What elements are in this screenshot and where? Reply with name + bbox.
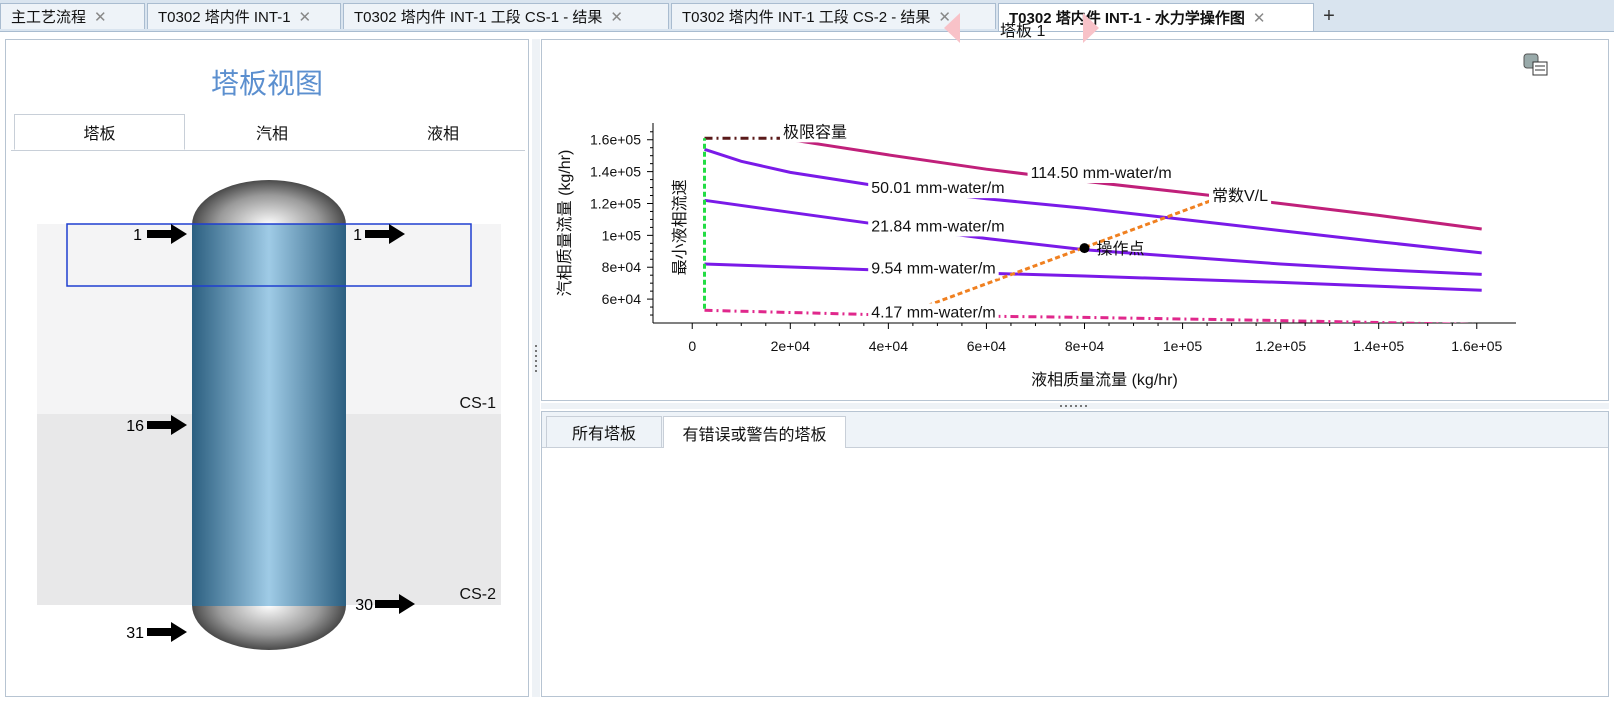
tray-view-panel: 塔板视图 塔板 汽相 液相 CS-1 CS-2 1 1 16 30 31	[5, 39, 529, 697]
curve-label-text: 9.54 mm-water/m	[871, 261, 995, 278]
add-tab-button[interactable]: +	[1316, 3, 1342, 29]
curve-label: 21.84 mm-water/m	[868, 217, 1008, 237]
stream-label-feed-bottom: 31	[126, 625, 144, 642]
left-triangle-icon	[944, 13, 960, 43]
curve-label-text: 114.50 mm-water/m	[1031, 165, 1172, 182]
operating-point-label: 操作点	[1097, 240, 1145, 258]
x-tick-label: 4e+04	[869, 338, 909, 354]
tab-all-trays[interactable]: 所有塔板	[546, 416, 662, 447]
stream-label-feed-top: 1	[133, 227, 142, 244]
curve-label: 50.01 mm-water/m	[868, 179, 1008, 199]
curve-label-text: 21.84 mm-water/m	[871, 218, 1004, 235]
section-label-cs2: CS-2	[460, 586, 497, 603]
tab-internals[interactable]: T0302 塔内件 INT-1 ✕	[147, 3, 341, 29]
prev-tray-button[interactable]	[944, 13, 960, 43]
feed-arrow-icon[interactable]	[147, 622, 187, 642]
tab-label: 主工艺流程	[11, 9, 87, 26]
hydraulic-operating-chart: 0 2e+04 4e+04 6e+04 8e+04 1e+05 1.2e+05 1.4e+05…	[556, 122, 1516, 389]
tray-label: 塔板 1	[1000, 23, 1046, 40]
tray-messages-panel: 所有塔板 有错误或警告的塔板	[541, 411, 1609, 697]
curve-label: 极限容量	[779, 122, 850, 143]
section-label-cs1: CS-1	[460, 395, 497, 412]
x-tick-label: 6e+04	[967, 338, 1007, 354]
close-icon[interactable]: ✕	[610, 8, 623, 26]
chart-legend-icon[interactable]	[1523, 51, 1549, 77]
series-line	[704, 198, 1482, 276]
tray-filter-tabs: 所有塔板 有错误或警告的塔板	[542, 412, 1608, 448]
curve-label-text: 50.01 mm-water/m	[871, 180, 1004, 197]
curve-label-text: 常数V/L	[1212, 187, 1268, 205]
y-tick-label: 1.6e+05	[590, 132, 641, 148]
stream-label-feed-mid: 16	[126, 418, 144, 435]
curve-label-text: 4.17 mm-water/m	[871, 304, 995, 321]
stream-label-draw-top: 1	[353, 227, 362, 244]
tab-vapor[interactable]: 汽相	[187, 114, 357, 150]
tab-label: T0302 塔内件 INT-1 工段 CS-2 - 结果	[682, 9, 931, 26]
close-icon[interactable]: ✕	[1253, 9, 1266, 27]
tab-trays[interactable]: 塔板	[14, 114, 185, 150]
y-axis-label: 汽相质量流量 (kg/hr)	[556, 150, 574, 297]
y-tick-label: 6e+04	[602, 291, 642, 307]
x-tick-label: 1.2e+05	[1255, 338, 1306, 354]
view-tabs: 塔板 汽相 液相	[11, 114, 525, 151]
column-diagram: CS-1 CS-2 1 1 16 30 31	[37, 180, 501, 650]
operating-point-marker	[1079, 243, 1090, 254]
curve-label: 最小液相流速	[671, 179, 689, 275]
splitter-grip[interactable]	[1060, 405, 1090, 407]
stream-label-draw-bottom-side: 30	[355, 597, 373, 614]
series-line	[927, 198, 1213, 307]
curve-label: 114.50 mm-water/m	[1027, 163, 1175, 183]
splitter-grip[interactable]	[535, 345, 537, 375]
tab-label: T0302 塔内件 INT-1 工段 CS-1 - 结果	[354, 9, 603, 26]
x-tick-label: 1.6e+05	[1451, 338, 1502, 354]
y-tick-label: 1e+05	[602, 227, 642, 243]
curve-label-text: 最小液相流速	[671, 179, 689, 275]
x-tick-label: 1e+05	[1163, 338, 1203, 354]
x-tick-label: 0	[688, 338, 696, 354]
column-body	[192, 224, 346, 606]
x-tick-label: 1.4e+05	[1353, 338, 1404, 354]
x-axis-label: 液相质量流量 (kg/hr)	[1031, 371, 1178, 389]
tab-liquid[interactable]: 液相	[359, 114, 527, 150]
y-tick-label: 1.2e+05	[590, 195, 641, 211]
curve-label: 常数V/L	[1208, 186, 1272, 207]
tab-label: T0302 塔内件 INT-1	[158, 9, 291, 26]
curve-label: 9.54 mm-water/m	[868, 259, 999, 279]
curve-label: 4.17 mm-water/m	[868, 303, 999, 323]
y-tick-label: 1.4e+05	[590, 164, 641, 180]
tab-main-flowsheet[interactable]: 主工艺流程 ✕	[0, 3, 145, 29]
tray-list-area	[542, 448, 1608, 696]
right-triangle-icon	[1083, 13, 1099, 43]
tab-cs1-results[interactable]: T0302 塔内件 INT-1 工段 CS-1 - 结果 ✕	[343, 3, 669, 29]
y-tick-label: 8e+04	[602, 259, 642, 275]
x-tick-label: 8e+04	[1065, 338, 1105, 354]
x-tick-label: 2e+04	[771, 338, 811, 354]
next-tray-button[interactable]	[1083, 13, 1099, 43]
curve-label-text: 极限容量	[783, 123, 847, 141]
series-line	[704, 308, 1477, 323]
tab-trays-with-errors[interactable]: 有错误或警告的塔板	[663, 416, 846, 448]
close-icon[interactable]: ✕	[299, 8, 312, 26]
close-icon[interactable]: ✕	[94, 8, 107, 26]
document-tab-bar: 主工艺流程 ✕ T0302 塔内件 INT-1 ✕ T0302 塔内件 INT-…	[0, 0, 1614, 32]
panel-title: 塔板视图	[210, 68, 323, 99]
